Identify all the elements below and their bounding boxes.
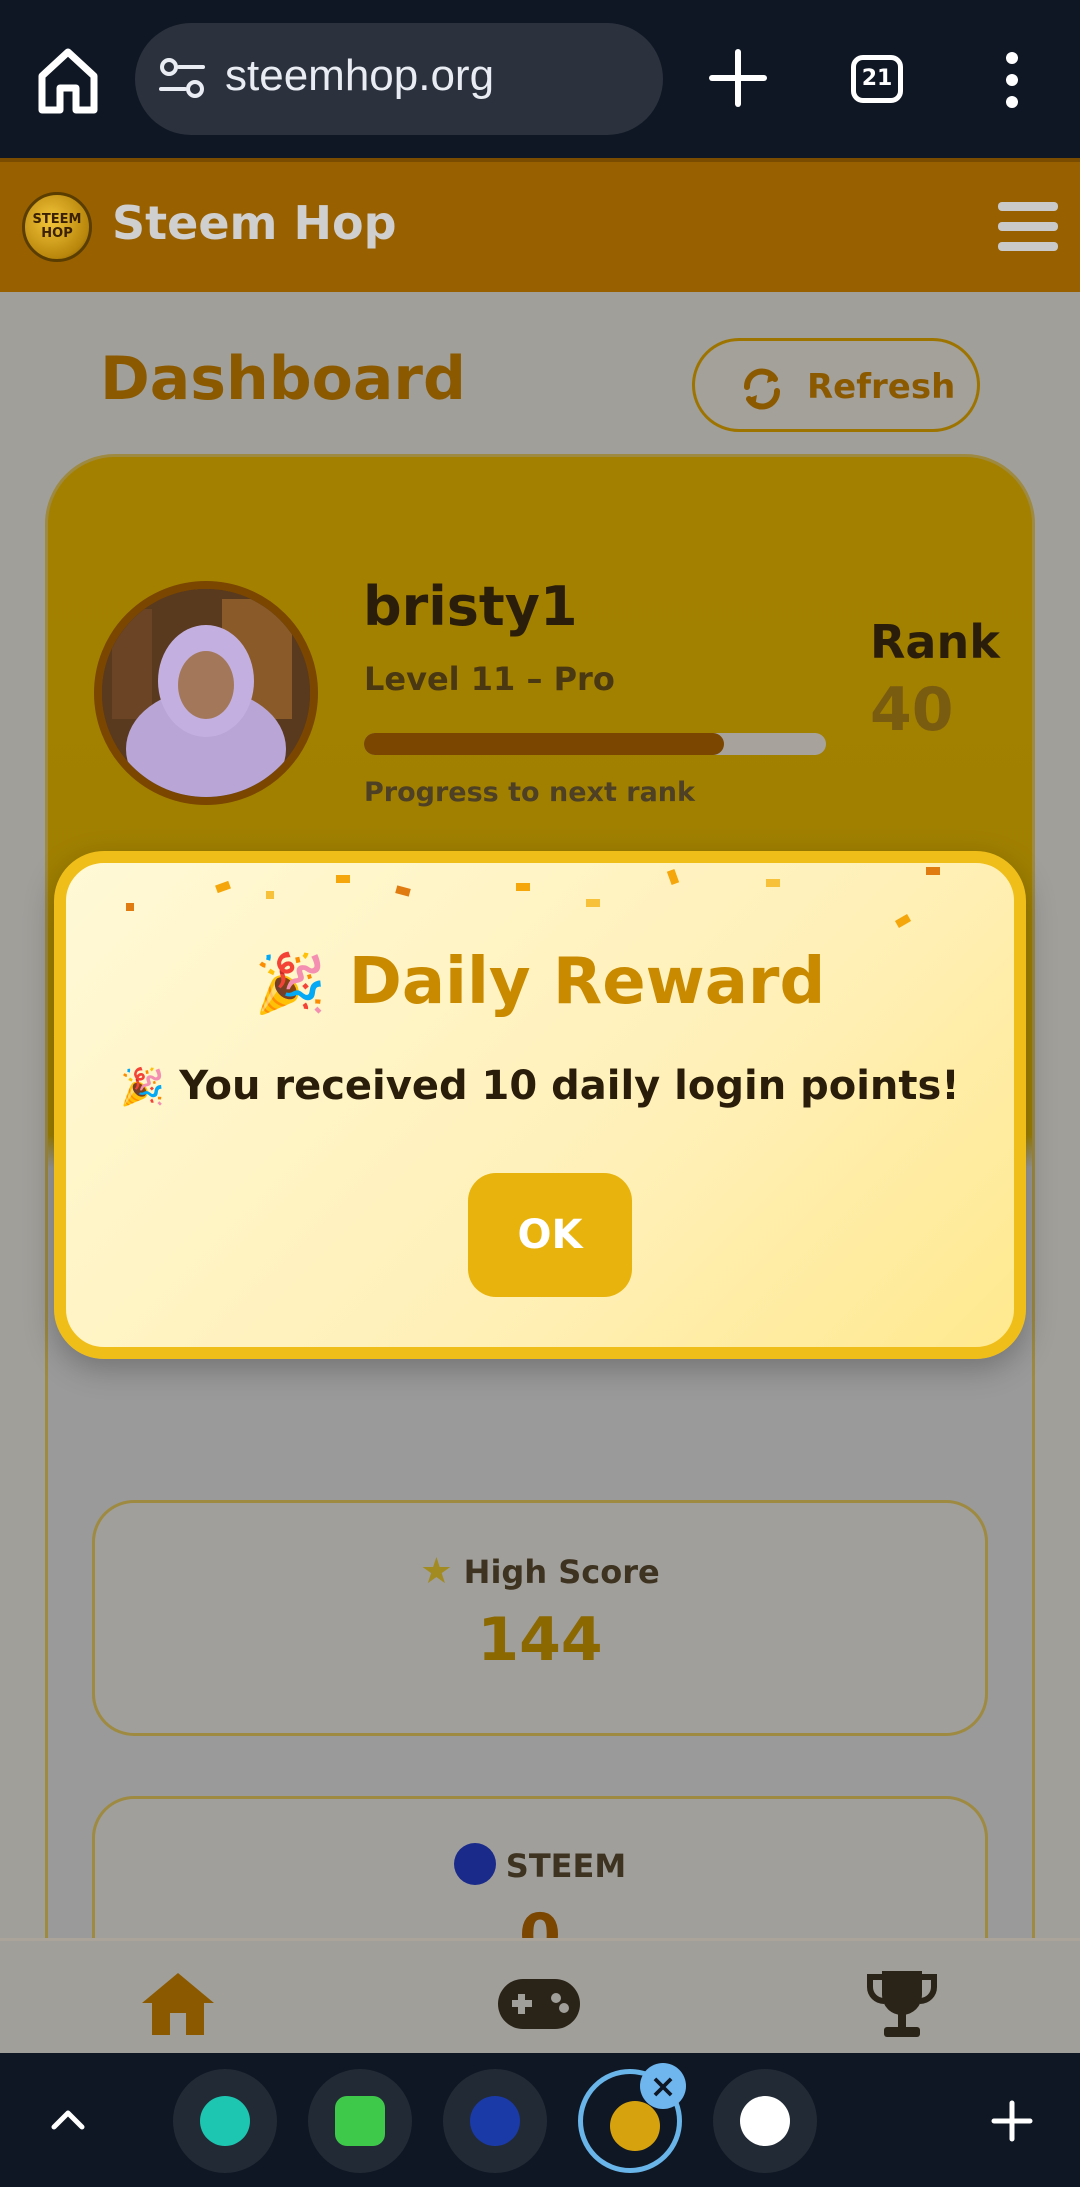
- steem-label: STEEM: [95, 1843, 985, 1889]
- rank-label: Rank: [870, 615, 1000, 669]
- home-icon[interactable]: [138, 1969, 218, 2039]
- user-level: Level 11 – Pro: [364, 660, 615, 698]
- daily-reward-modal: 🎉 Daily Reward 🎉 You received 10 daily l…: [54, 851, 1026, 1359]
- chevron-up-icon[interactable]: [48, 2103, 88, 2133]
- high-score-value: 144: [477, 1605, 603, 1675]
- hamburger-menu-icon[interactable]: [998, 202, 1058, 256]
- steem-label-text: STEEM: [505, 1847, 627, 1885]
- site-title[interactable]: Steem Hop: [112, 196, 397, 250]
- d4-tab[interactable]: [713, 2069, 817, 2173]
- chat-tab[interactable]: [173, 2069, 277, 2173]
- url-text[interactable]: steemhop.org: [225, 51, 494, 101]
- play-tab-icon: [335, 2096, 385, 2146]
- refresh-icon: [744, 368, 780, 410]
- rank-value: 40: [870, 675, 954, 745]
- chat-tab-icon: [200, 2096, 250, 2146]
- party-popper-icon: 🎉: [254, 950, 327, 1017]
- site-settings-icon[interactable]: [157, 57, 207, 101]
- play-tab[interactable]: [308, 2069, 412, 2173]
- steemhop-tab-icon: [610, 2101, 660, 2151]
- modal-title-text: Daily Reward: [348, 945, 826, 1019]
- modal-message: 🎉 You received 10 daily login points!: [66, 1063, 1014, 1109]
- rank-progress-bar: [364, 733, 826, 755]
- progress-label: Progress to next rank: [364, 777, 695, 808]
- party-popper-icon: 🎉: [120, 1067, 166, 1108]
- modal-title: 🎉 Daily Reward: [66, 945, 1014, 1019]
- steem-tab[interactable]: [443, 2069, 547, 2173]
- steem-icon: [453, 1843, 496, 1885]
- browser-tab-strip: ×: [0, 2053, 1080, 2187]
- high-score-card: ★ High Score 144: [92, 1500, 988, 1736]
- site-header: STEEM HOP Steem Hop: [0, 158, 1080, 292]
- refresh-button[interactable]: Refresh: [692, 338, 980, 432]
- high-score-label-text: High Score: [463, 1553, 660, 1591]
- close-tab-icon[interactable]: ×: [640, 2063, 686, 2109]
- ok-button[interactable]: OK: [468, 1173, 632, 1297]
- steemhop-logo[interactable]: STEEM HOP: [22, 192, 92, 262]
- browser-toolbar: steemhop.org 21: [0, 0, 1080, 158]
- username: bristy1: [363, 575, 578, 638]
- modal-message-text: You received 10 daily login points!: [179, 1063, 960, 1109]
- rank-progress-fill: [364, 733, 725, 755]
- new-tab-icon[interactable]: [706, 46, 770, 110]
- home-icon[interactable]: [36, 44, 100, 116]
- gamepad-icon[interactable]: [496, 1977, 582, 2031]
- refresh-label: Refresh: [807, 367, 956, 407]
- app-bottom-nav: [0, 1938, 1080, 2053]
- browser-menu-icon[interactable]: [1000, 52, 1024, 108]
- tab-switcher-button[interactable]: 21: [851, 55, 903, 103]
- d4-tab-icon: [740, 2096, 790, 2146]
- add-tab-icon[interactable]: [990, 2099, 1034, 2143]
- trophy-icon[interactable]: [864, 1965, 940, 2041]
- star-icon: ★: [420, 1551, 453, 1592]
- steem-tab-icon: [470, 2096, 520, 2146]
- address-bar[interactable]: steemhop.org: [135, 23, 663, 135]
- high-score-label: ★ High Score: [95, 1551, 985, 1592]
- avatar: [94, 581, 318, 805]
- page-title: Dashboard: [100, 344, 466, 414]
